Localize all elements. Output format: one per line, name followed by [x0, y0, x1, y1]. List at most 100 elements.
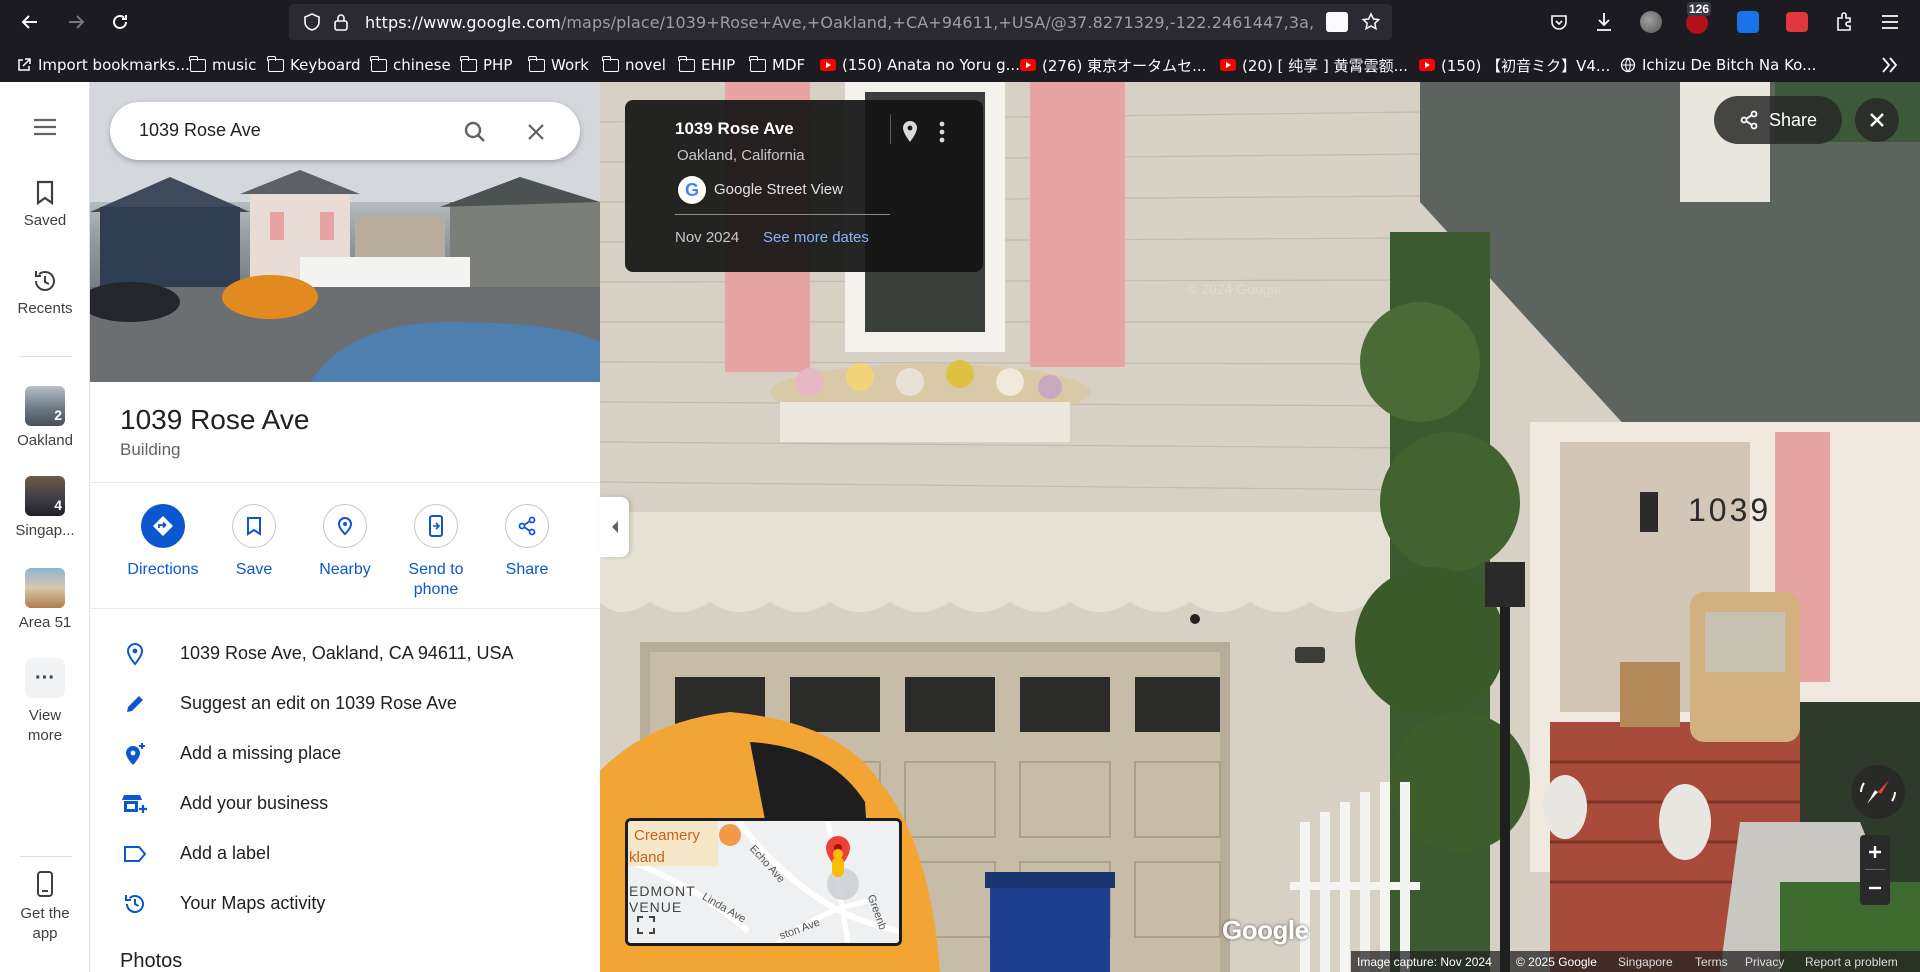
see-more-dates-link[interactable]: See more dates — [763, 229, 869, 246]
save-button[interactable]: Save — [209, 504, 299, 580]
bookmark-folder[interactable]: MDF — [749, 54, 806, 76]
pencil-icon — [122, 691, 148, 717]
info-text: Your Maps activity — [180, 893, 326, 913]
minimap[interactable]: Creamery kland Echo Ave EDMONT VENUE Lin… — [625, 818, 902, 946]
more-vert-icon[interactable] — [939, 121, 945, 143]
translate-extension-icon[interactable] — [1737, 11, 1759, 33]
directions-button[interactable]: Directions — [118, 504, 208, 580]
suggest-edit-row[interactable]: Suggest an edit on 1039 Rose Ave — [90, 678, 600, 728]
label-icon — [122, 841, 148, 867]
report-problem-link[interactable]: Report a problem — [1805, 955, 1898, 969]
map-pin-icon[interactable] — [901, 120, 919, 144]
add-business-row[interactable]: Add your business — [90, 778, 600, 828]
bookmark-label: Import bookmarks... — [38, 56, 190, 74]
bookmark-folder[interactable]: EHIP — [678, 54, 735, 76]
close-icon[interactable] — [526, 122, 546, 142]
minus-icon — [1869, 886, 1881, 890]
bookmark-folder[interactable]: Work — [528, 54, 589, 76]
add-business-icon — [122, 791, 148, 817]
screenshot-icon[interactable] — [1786, 12, 1808, 32]
action-label: Nearby — [319, 561, 371, 578]
star-icon[interactable] — [1361, 12, 1381, 32]
rail-saved-label: Saved — [23, 212, 67, 229]
extension-globe-icon[interactable] — [1640, 11, 1662, 33]
rail-recents[interactable]: Recents — [0, 268, 90, 317]
share-icon — [1740, 110, 1758, 130]
chevron-double-right-icon[interactable] — [1880, 56, 1900, 74]
folder-icon — [602, 55, 619, 72]
send-to-phone-circle — [414, 504, 458, 548]
directions-circle — [141, 504, 185, 548]
forward-button[interactable] — [62, 8, 90, 36]
lock-icon[interactable] — [333, 13, 349, 31]
street-view-share-button[interactable]: Share — [1714, 96, 1842, 144]
street-view-info-card: 1039 Rose Ave Oakland, California G Goog… — [625, 100, 983, 272]
nav-row: https://www.google.com/maps/place/1039+R… — [0, 0, 1920, 44]
bookmark-label: Ichizu De Bitch Na Ko... — [1642, 56, 1817, 74]
info-text: Suggest an edit on 1039 Rose Ave — [180, 693, 457, 713]
url-text[interactable]: https://www.google.com/maps/place/1039+R… — [365, 13, 1315, 32]
zoom-out-button[interactable] — [1860, 871, 1890, 905]
privacy-link[interactable]: Privacy — [1745, 955, 1784, 969]
google-g-icon: G — [678, 176, 706, 204]
bookmark-folder[interactable]: chinese — [370, 54, 451, 76]
expand-minimap-button[interactable] — [636, 915, 656, 935]
reload-button[interactable] — [106, 8, 134, 36]
menu-icon[interactable] — [1880, 12, 1900, 32]
search-box[interactable]: 1039 Rose Ave — [110, 102, 580, 160]
rail-get-app[interactable]: Get the app — [0, 870, 90, 944]
maps-activity-row[interactable]: Your Maps activity — [90, 878, 600, 928]
nearby-button[interactable]: Nearby — [300, 504, 390, 580]
bookmark-icon — [36, 180, 54, 206]
rail-recent-oakland[interactable]: 2 Oakland — [0, 386, 90, 449]
zoom-in-button[interactable] — [1860, 835, 1890, 869]
bookmark-folder[interactable]: novel — [602, 54, 666, 76]
view-more-label: View more — [27, 707, 63, 744]
minimap-label: EDMONT — [629, 883, 696, 899]
download-icon[interactable] — [1594, 11, 1614, 33]
folder-icon — [267, 55, 284, 72]
bookmark-youtube[interactable]: (150) 【初音ミク】V4... — [1419, 54, 1610, 76]
share-circle — [505, 504, 549, 548]
terms-link[interactable]: Terms — [1695, 955, 1728, 969]
bookmark-youtube[interactable]: (150) Anata no Yoru g... — [820, 54, 1020, 76]
rail-recent-singapore[interactable]: 4 Singap... — [0, 476, 90, 539]
address-bar[interactable]: https://www.google.com/maps/place/1039+R… — [289, 4, 1392, 40]
bookmark-youtube[interactable]: (276) 東京オータムセ... — [1020, 54, 1206, 76]
rail-view-more[interactable]: ··· View more — [0, 658, 90, 746]
card-source: Google Street View — [714, 181, 843, 198]
folder-icon — [370, 55, 387, 72]
address-row[interactable]: 1039 Rose Ave, Oakland, CA 94611, USA — [90, 628, 600, 678]
bookmark-label: chinese — [393, 56, 451, 74]
shield-icon[interactable] — [303, 13, 321, 31]
send-to-phone-button[interactable]: Send to phone — [391, 504, 481, 600]
search-icon[interactable] — [463, 120, 487, 144]
youtube-icon — [820, 59, 836, 71]
bookmark-folder[interactable]: Keyboard — [267, 54, 361, 76]
bookmark-label: MDF — [772, 56, 806, 74]
recent-thumbnail: 2 — [25, 386, 65, 426]
extensions-puzzle-icon[interactable] — [1834, 11, 1856, 33]
pocket-icon[interactable] — [1549, 12, 1569, 32]
add-label-row[interactable]: Add a label — [90, 828, 600, 878]
search-input[interactable]: 1039 Rose Ave — [139, 120, 261, 141]
share-button[interactable]: Share — [482, 504, 572, 580]
compass-control[interactable] — [1851, 765, 1905, 819]
add-missing-place-row[interactable]: Add a missing place — [90, 728, 600, 778]
street-view-close-button[interactable] — [1855, 98, 1899, 142]
bookmark-site[interactable]: Ichizu De Bitch Na Ko... — [1620, 54, 1816, 76]
collapse-panel-button[interactable] — [600, 497, 629, 557]
close-icon — [1870, 113, 1884, 127]
recent-label: Area 51 — [18, 614, 72, 631]
bookmark-import[interactable]: Import bookmarks... — [16, 54, 190, 76]
bookmark-folder[interactable]: music — [189, 54, 256, 76]
bookmark-folder[interactable]: PHP — [460, 54, 512, 76]
hamburger-menu-icon[interactable] — [32, 117, 58, 137]
bookmark-youtube[interactable]: (20) [ 纯享 ] 黄霄雲额... — [1220, 54, 1408, 76]
rail-saved[interactable]: Saved — [0, 180, 90, 229]
info-text: Add a missing place — [180, 743, 342, 763]
rail-recent-area51[interactable]: Area 51 — [0, 568, 90, 631]
back-button[interactable] — [16, 8, 44, 36]
translate-icon[interactable] — [1326, 12, 1348, 32]
region-link[interactable]: Singapore — [1618, 955, 1673, 969]
